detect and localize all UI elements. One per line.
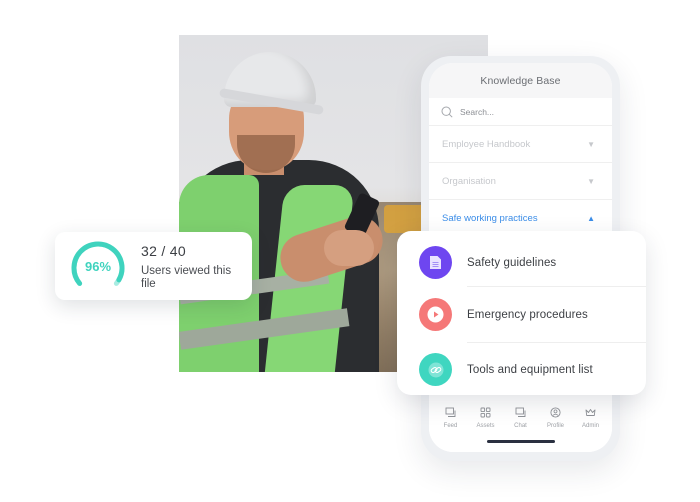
play-icon	[427, 306, 444, 323]
page-title: Knowledge Base	[480, 74, 561, 87]
tab-label: Feed	[443, 423, 458, 429]
photo-worker-hand	[324, 230, 374, 266]
tab-admin[interactable]: Admin	[574, 407, 608, 429]
play-icon-badge	[419, 298, 452, 331]
chat-icon	[515, 407, 526, 417]
tab-assets[interactable]: Assets	[469, 407, 503, 429]
list-item-emergency-procedures[interactable]: Emergency procedures	[397, 287, 646, 342]
search-icon	[441, 106, 453, 118]
bottom-tab-bar: Feed Assets Chat Profile Admin	[429, 399, 612, 452]
grid-icon	[480, 407, 491, 418]
feed-icon	[445, 407, 456, 417]
document-icon	[430, 256, 441, 269]
triangle-down-icon: ▼	[587, 176, 595, 186]
link-icon	[428, 362, 443, 377]
file-views-stats-card: 96% 32 / 40 Users viewed this file	[55, 232, 252, 300]
category-label: Employee Handbook	[442, 138, 531, 150]
category-employee-handbook[interactable]: Employee Handbook ▼	[429, 126, 612, 163]
list-item-safety-guidelines[interactable]: Safety guidelines	[397, 235, 646, 290]
category-label: Organisation	[442, 175, 496, 187]
list-item-label: Tools and equipment list	[467, 363, 593, 376]
tab-feed[interactable]: Feed	[434, 407, 468, 429]
home-indicator	[487, 440, 555, 443]
link-icon-badge	[419, 353, 452, 386]
screen-header: Knowledge Base	[429, 63, 612, 98]
profile-icon	[550, 407, 561, 418]
search-placeholder: Search...	[460, 106, 495, 117]
list-item-label: Safety guidelines	[467, 256, 557, 269]
tab-label: Admin	[581, 423, 599, 429]
tab-label: Assets	[476, 423, 495, 429]
safe-working-practices-list: Safety guidelines Emergency procedures T…	[397, 231, 646, 395]
gauge-percent-label: 96%	[84, 259, 112, 274]
crown-icon	[585, 409, 596, 416]
triangle-down-icon: ▼	[587, 139, 595, 149]
list-item-tools-and-equipment-list[interactable]: Tools and equipment list	[397, 342, 646, 397]
document-icon-badge	[419, 246, 452, 279]
tab-label: Chat	[514, 423, 527, 429]
category-label: Safe working practices	[442, 213, 538, 224]
viewer-count-label: Users viewed this file	[141, 265, 232, 290]
viewer-count: 32 / 40	[141, 243, 186, 259]
category-organisation[interactable]: Organisation ▼	[429, 163, 612, 200]
tab-chat[interactable]: Chat	[504, 407, 538, 429]
list-item-label: Emergency procedures	[467, 308, 588, 321]
search-input[interactable]: Search...	[429, 98, 612, 126]
tab-profile[interactable]: Profile	[539, 407, 573, 429]
tab-label: Profile	[546, 423, 564, 429]
triangle-up-icon: ▲	[587, 214, 595, 223]
